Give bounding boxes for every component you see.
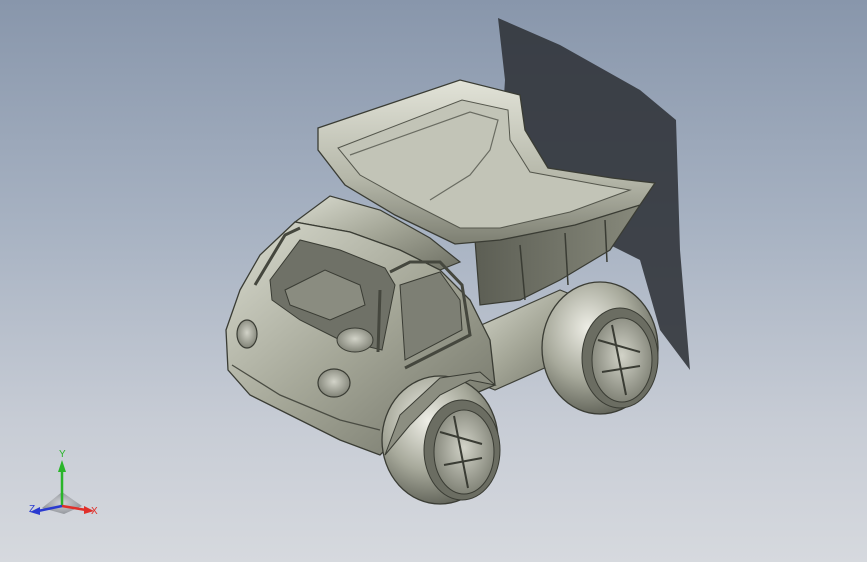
headlight-right — [317, 368, 351, 398]
x-axis-label: X — [91, 506, 98, 517]
truck-model[interactable] — [0, 0, 867, 562]
headlight-left — [236, 319, 258, 349]
steering-knob — [336, 327, 374, 353]
graphics-viewport[interactable]: Y Z X — [0, 0, 867, 562]
z-axis-label: Z — [29, 504, 36, 515]
front-wheel — [381, 375, 501, 505]
y-axis-arrow — [58, 460, 66, 472]
y-axis-label: Y — [59, 449, 66, 460]
rear-wheel — [541, 281, 659, 415]
